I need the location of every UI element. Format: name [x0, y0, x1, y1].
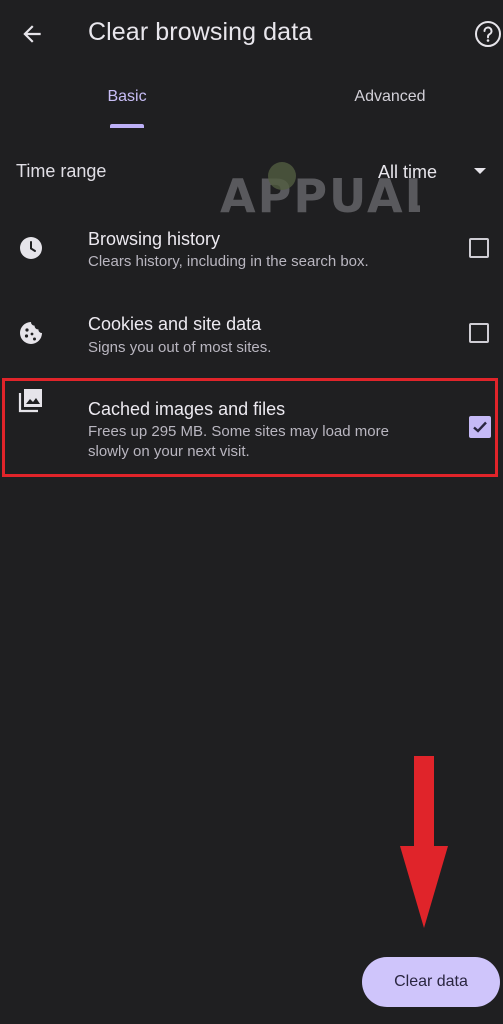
cookies-checkbox[interactable] — [469, 323, 489, 343]
arrow-left-icon — [23, 25, 41, 43]
tab-indicator — [110, 124, 144, 128]
tab-advanced[interactable]: Advanced — [330, 88, 450, 128]
clock-icon — [18, 235, 44, 261]
browsing-history-checkbox[interactable] — [469, 238, 489, 258]
clear-data-button[interactable]: Clear data — [362, 957, 500, 1007]
cookies-title: Cookies and site data — [88, 314, 262, 334]
cookie-icon — [18, 320, 44, 346]
time-range-dropdown[interactable]: All time — [370, 156, 500, 188]
help-circle-icon — [475, 21, 501, 47]
cookies-subtitle: Signs you out of most sites. — [88, 339, 272, 356]
back-button[interactable] — [12, 14, 52, 54]
browsing-history-title: Browsing history — [88, 229, 221, 249]
page-title: Clear browsing data — [88, 18, 313, 46]
down-arrow-annotation-icon — [400, 756, 448, 928]
time-range-value: All time — [378, 161, 438, 182]
dropdown-arrow-icon — [474, 168, 486, 174]
browsing-history-subtitle: Clears history, including in the search … — [88, 253, 369, 270]
help-button[interactable] — [474, 20, 502, 48]
time-range-label: Time range — [16, 161, 107, 181]
tab-basic[interactable]: Basic — [80, 88, 174, 128]
highlight-annotation — [2, 378, 498, 477]
